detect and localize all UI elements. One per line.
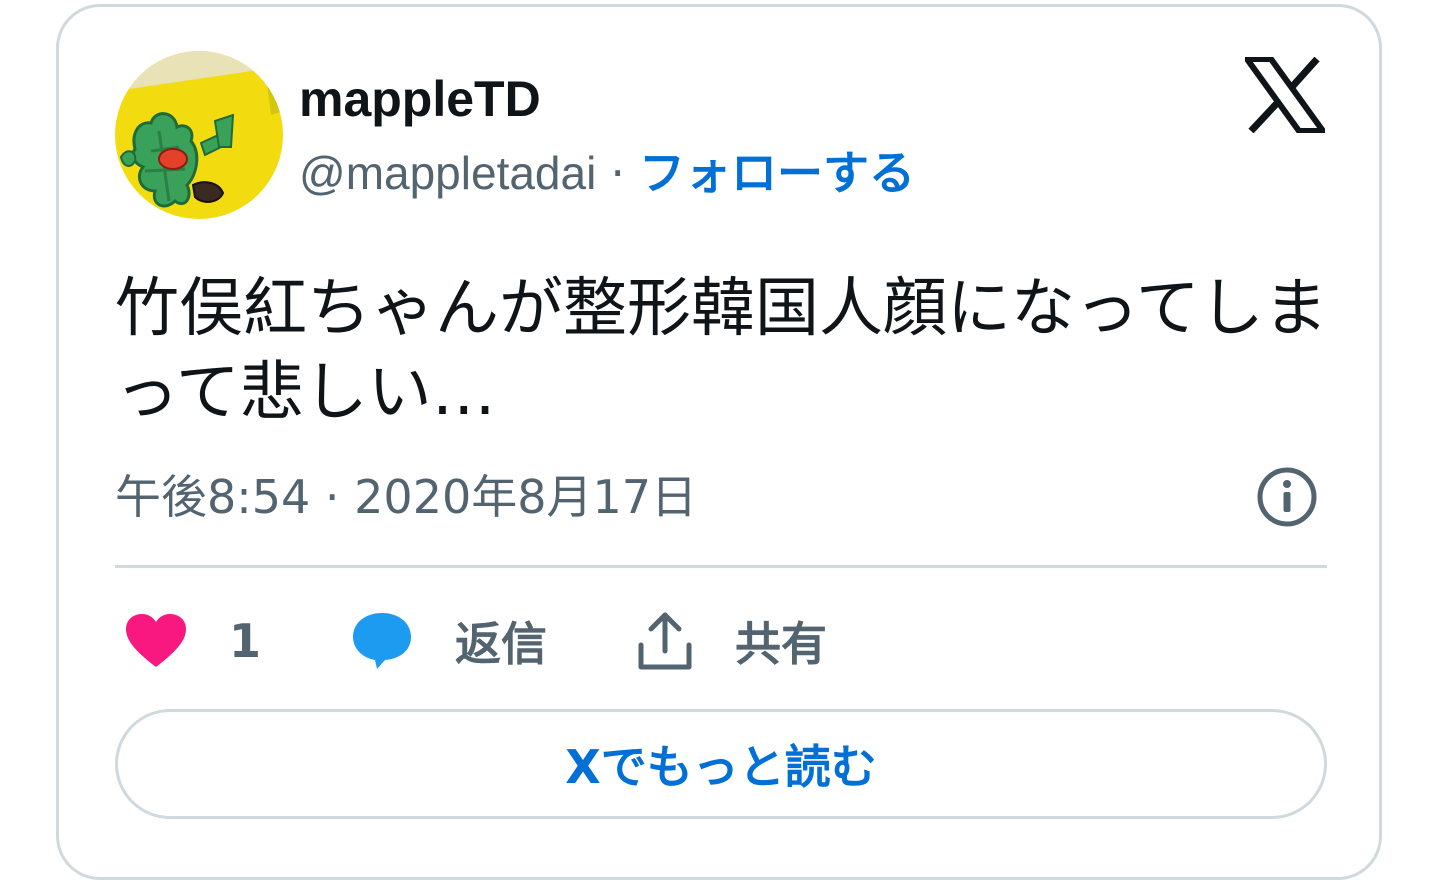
share-label: 共有 xyxy=(735,617,827,671)
tweet-text: 竹俣紅ちゃんが整形韓国人顔になってしまって悲しい… xyxy=(115,272,1328,430)
avatar[interactable] xyxy=(115,51,283,219)
info-icon[interactable] xyxy=(1255,465,1319,529)
heart-icon xyxy=(126,614,186,667)
author-display-name[interactable]: mappleTD xyxy=(299,69,541,129)
author-handle[interactable]: @mappletadai xyxy=(299,147,596,199)
reply-button[interactable]: 返信 xyxy=(351,605,547,677)
tweet-timestamp[interactable]: 午後8:54 · 2020年8月17日 xyxy=(115,467,697,527)
x-logo-icon[interactable] xyxy=(1241,56,1329,134)
follow-link[interactable]: フォローする xyxy=(639,146,915,200)
like-count: 1 xyxy=(229,614,262,668)
share-button[interactable]: 共有 xyxy=(637,605,827,677)
read-more-button[interactable]: Xでもっと読む xyxy=(115,709,1327,819)
avatar-drawing-image xyxy=(115,51,283,219)
separator-dot: · xyxy=(610,146,625,200)
speech-bubble-icon xyxy=(353,613,411,669)
like-button[interactable]: 1 xyxy=(125,605,261,677)
author-meta-row: @mappletadai · フォローする xyxy=(299,143,915,203)
reply-label: 返信 xyxy=(455,617,547,671)
share-upload-icon xyxy=(638,612,692,670)
divider xyxy=(115,565,1327,568)
tweet-embed-card: mappleTD @mappletadai · フォローする 竹俣紅ちゃんが整形韓国… xyxy=(56,4,1382,880)
